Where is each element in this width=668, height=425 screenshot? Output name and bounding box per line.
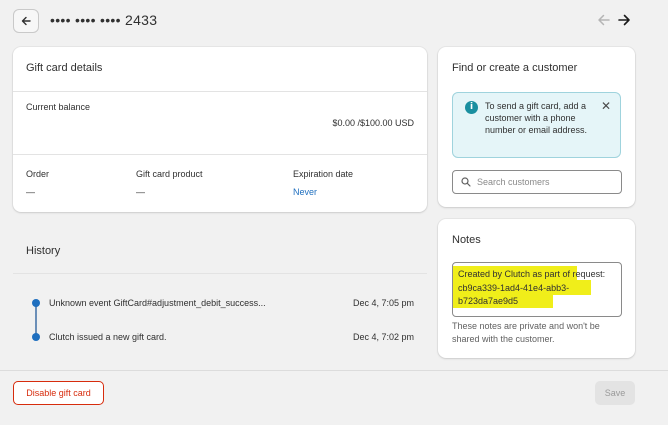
history-title: History — [26, 245, 61, 257]
search-icon — [461, 177, 471, 187]
info-banner-text: To send a gift card, add a customer with… — [485, 101, 588, 135]
notes-helper-text: These notes are private and won't be sha… — [452, 321, 600, 344]
history-event-time: Dec 4, 7:02 pm — [352, 332, 414, 342]
timeline-bullet — [32, 333, 40, 341]
close-icon[interactable]: ✕ — [601, 99, 611, 113]
arrow-left-icon — [21, 16, 31, 26]
gift-card-product-value: — — [136, 187, 145, 197]
gift-card-details-title: Gift card details — [26, 62, 103, 74]
page-title: •••• •••• •••• 2433 — [50, 12, 158, 28]
divider — [13, 154, 427, 155]
search-customers-input[interactable]: Search customers — [452, 170, 622, 194]
expiration-date-value: Never — [293, 187, 318, 197]
expiration-date-label: Expiration date — [293, 169, 354, 179]
gift-card-product-label: Gift card product — [136, 169, 203, 179]
notes-card: Notes Created by Clutch as part of reque… — [438, 219, 635, 358]
history-event-time: Dec 4, 7:05 pm — [352, 298, 414, 308]
disable-gift-card-button[interactable]: Disable gift card — [13, 381, 104, 405]
notes-title: Notes — [452, 234, 481, 246]
next-arrow-icon[interactable] — [616, 12, 632, 28]
order-value: — — [26, 187, 35, 197]
history-event-text: Clutch issued a new gift card. — [49, 332, 167, 342]
customer-card-title: Find or create a customer — [452, 62, 578, 74]
timeline-bullet — [32, 299, 40, 307]
info-icon: i — [465, 101, 478, 114]
footer-divider — [0, 370, 668, 371]
gift-card-details-card: Gift card details Current balance $0.00 … — [13, 47, 427, 212]
save-button[interactable]: Save — [595, 381, 635, 405]
customer-card: Find or create a customer i To send a gi… — [438, 47, 635, 207]
order-label: Order — [26, 169, 50, 179]
history-event-text: Unknown event GiftCard#adjustment_debit_… — [49, 298, 266, 308]
notes-content: Created by Clutch as part of request: cb… — [458, 269, 606, 306]
history-divider — [13, 273, 427, 274]
search-placeholder: Search customers — [477, 177, 550, 187]
previous-arrow-icon[interactable] — [596, 12, 612, 28]
info-banner: i To send a gift card, add a customer wi… — [452, 92, 621, 158]
notes-textarea[interactable]: Created by Clutch as part of request: cb… — [452, 262, 622, 317]
back-button[interactable] — [13, 9, 39, 33]
timeline-line — [35, 306, 37, 336]
divider — [13, 91, 427, 92]
balance-value: $0.00 /$100.00 USD — [332, 118, 414, 128]
top-bar: •••• •••• •••• 2433 — [0, 0, 668, 44]
current-balance-label: Current balance — [26, 102, 91, 112]
